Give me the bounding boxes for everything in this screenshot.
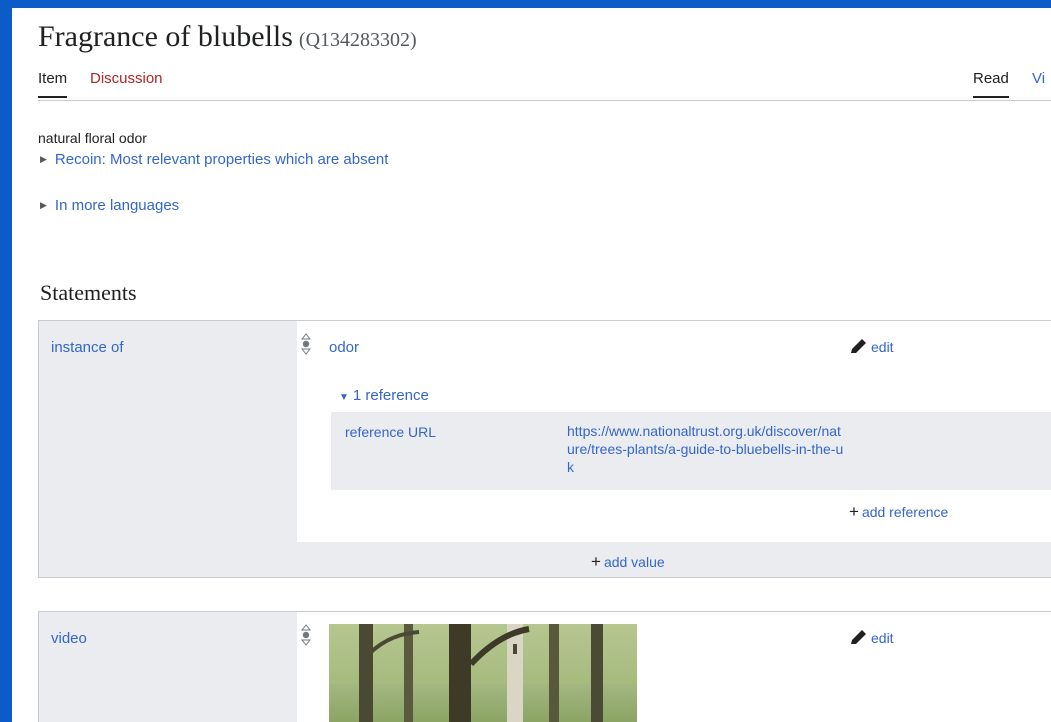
statement-values: odor edit ▼ 1 reference reference URL htt…	[297, 321, 1051, 542]
languages-toggle-label: In more languages	[54, 197, 180, 214]
property-link-video[interactable]: video	[51, 630, 87, 647]
rank-normal-icon[interactable]	[300, 333, 312, 360]
triangle-down-icon: ▼	[339, 392, 349, 403]
edit-label: edit	[871, 339, 894, 355]
tab-discussion[interactable]: Discussion	[90, 70, 163, 96]
reference-property-link[interactable]: reference URL	[345, 424, 436, 440]
edit-button[interactable]: edit	[849, 337, 894, 355]
add-reference-button[interactable]: + add reference	[849, 502, 948, 522]
item-qid: (Q134283302)	[298, 29, 417, 51]
reference-url-link[interactable]: https://www.nationaltrust.org.uk/discove…	[567, 422, 847, 476]
video-thumbnail[interactable]	[329, 624, 637, 722]
triangle-right-icon: ▶	[40, 154, 47, 164]
item-label: Fragrance of blubells	[38, 20, 293, 53]
plus-icon: +	[591, 552, 601, 571]
add-value-button[interactable]: + add value	[591, 552, 665, 572]
statements-heading: Statements	[40, 280, 137, 305]
plus-icon: +	[849, 502, 859, 521]
page: Fragrance of blubells (Q134283302) Item D…	[12, 8, 1051, 722]
triangle-right-icon: ▶	[40, 200, 47, 210]
edit-label: edit	[871, 630, 894, 646]
tab-item[interactable]: Item	[38, 70, 68, 98]
tab-bar: Item Discussion Read Vi	[38, 68, 1051, 101]
page-title: Fragrance of blubells (Q134283302)	[38, 20, 417, 54]
recoin-toggle-label: Recoin: Most relevant properties which a…	[54, 151, 389, 168]
pencil-icon	[851, 630, 866, 644]
statement-values: edit	[297, 612, 1051, 722]
statement-value-link[interactable]: odor	[329, 339, 359, 356]
reference-box: reference URL https://www.nationaltrust.…	[331, 412, 1051, 490]
edit-button[interactable]: edit	[849, 628, 894, 646]
add-value-label: add value	[603, 554, 665, 570]
references-toggle-label: 1 reference	[352, 387, 429, 404]
statement-group-instance-of: instance of odor edit ▼ 1 reference refer…	[38, 320, 1051, 578]
item-description: natural floral odor	[38, 130, 147, 146]
rank-normal-icon[interactable]	[300, 624, 312, 651]
recoin-toggle[interactable]: ▶ Recoin: Most relevant properties which …	[40, 151, 388, 168]
add-reference-label: add reference	[861, 504, 949, 520]
tab-read[interactable]: Read	[973, 70, 1009, 98]
statement-group-video: video edit	[38, 611, 1051, 722]
languages-toggle[interactable]: ▶ In more languages	[40, 197, 179, 214]
references-toggle[interactable]: ▼ 1 reference	[339, 387, 429, 404]
tab-view-history[interactable]: Vi	[1032, 70, 1045, 96]
pencil-icon	[851, 339, 866, 353]
property-link-instance-of[interactable]: instance of	[51, 339, 124, 356]
